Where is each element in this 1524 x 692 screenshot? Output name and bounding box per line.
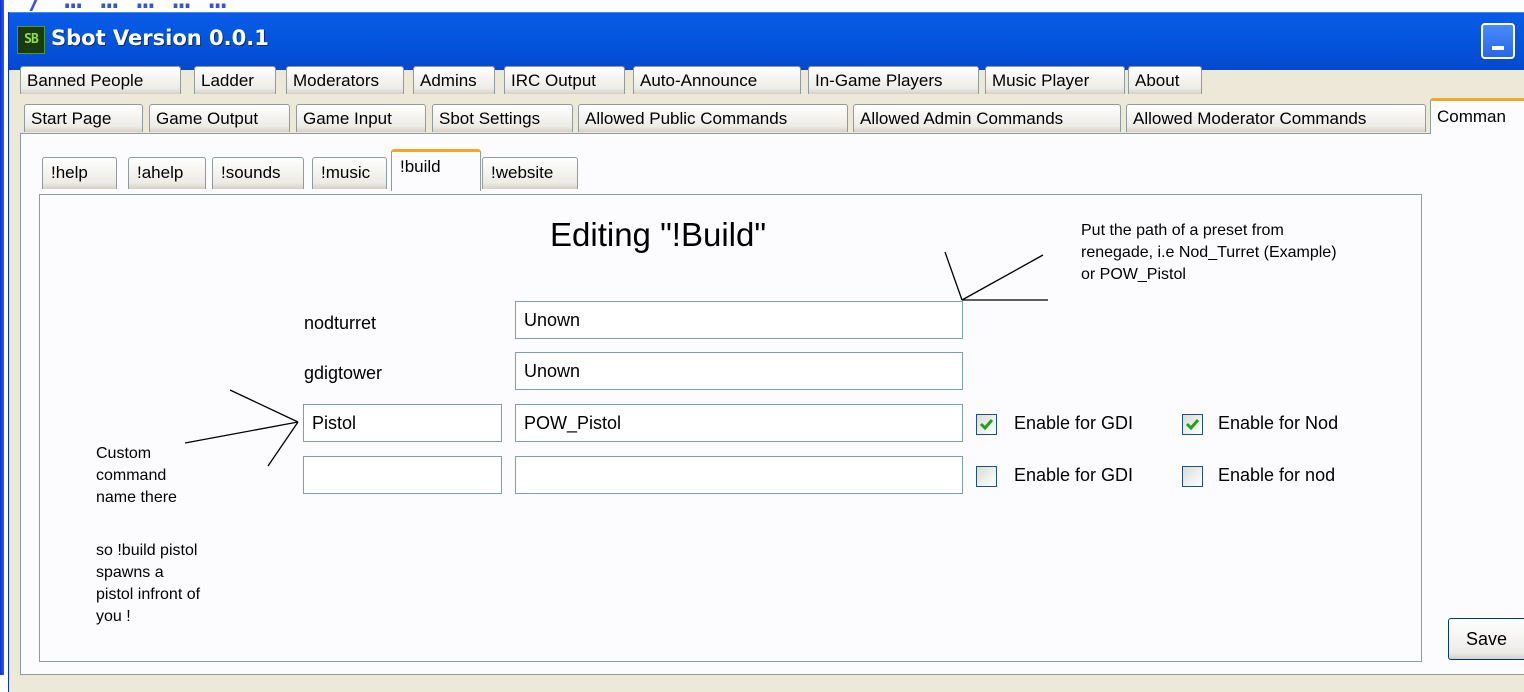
tab-music-player[interactable]: Music Player [985,66,1125,94]
annotation-line: Put the path of a preset from [1081,222,1284,239]
tab-banned-people[interactable]: Banned People [20,66,181,94]
save-button[interactable]: Save [1448,618,1524,660]
tab-irc-output[interactable]: IRC Output [504,66,625,94]
tab-allowed-public-commands[interactable]: Allowed Public Commands [578,104,848,132]
tab-moderators[interactable]: Moderators [286,66,404,94]
window-title: Sbot Version 0.0.1 [51,26,269,50]
enable-gdi-label: Enable for GDI [1014,465,1134,485]
subtab-website[interactable]: !website [482,157,578,189]
command-name-label: gdigtower [304,363,383,383]
annotation-line: you ! [96,608,131,625]
tab-sbot-settings[interactable]: Sbot Settings [432,104,573,132]
tab-game-input[interactable]: Game Input [296,104,426,132]
custom-command-name-input[interactable]: Pistol [303,404,502,442]
enable-gdi-checkbox[interactable] [976,466,997,487]
annotation-line: spawns a [96,564,164,581]
command-name-label: nodturret [304,313,377,333]
custom-name-annotation: Custom command name there [96,443,177,509]
annotation-line: Custom [96,445,152,462]
minimize-button[interactable] [1481,23,1515,59]
annotation-line: command [96,467,167,484]
tab-about[interactable]: About [1128,66,1202,94]
enable-gdi-checkbox[interactable] [976,414,997,435]
preset-path-input[interactable]: Unown [515,352,963,390]
tab-commands[interactable]: Comman [1430,98,1524,134]
window-left-edge [0,0,4,675]
tab-allowed-admin-commands[interactable]: Allowed Admin Commands [853,104,1121,132]
subtab-music[interactable]: !music [312,157,387,189]
enable-gdi-label: Enable for GDI [1014,413,1134,433]
preset-path-input[interactable]: Unown [515,301,963,339]
preset-path-input[interactable] [515,456,963,494]
subtab-ahelp[interactable]: !ahelp [128,157,206,189]
tab-admins[interactable]: Admins [413,66,495,94]
checkmark-icon [979,419,994,431]
tab-start-page[interactable]: Start Page [24,104,143,132]
example-annotation: so !build pistol spawns a pistol infront… [96,540,200,628]
annotation-line: pistol infront of [96,586,201,603]
enable-nod-checkbox[interactable] [1182,466,1203,487]
preset-path-input[interactable]: POW_Pistol [515,404,963,442]
annotation-line: so !build pistol [96,542,198,559]
enable-nod-label: Enable for Nod [1218,413,1339,433]
annotation-line: renegade, i.e Nod_Turret (Example) [1081,244,1337,261]
custom-command-name-input[interactable] [303,456,502,494]
preset-path-annotation: Put the path of a preset from renegade, … [1081,220,1337,286]
tab-allowed-moderator-commands[interactable]: Allowed Moderator Commands [1126,104,1426,132]
title-bar[interactable]: SB Sbot Version 0.0.1 [9,12,1524,70]
app-logo-icon: SB [17,26,45,54]
tab-game-output[interactable]: Game Output [149,104,290,132]
enable-nod-checkbox[interactable] [1182,414,1203,435]
tab-in-game-players[interactable]: In-Game Players [808,66,979,94]
minimize-icon [1492,46,1504,50]
enable-nod-label: Enable for nod [1218,465,1336,485]
tab-ladder[interactable]: Ladder [194,66,276,94]
editor-heading: Editing "!Build" [550,216,767,253]
subtab-build[interactable]: !build [391,149,481,191]
checkmark-icon [1185,419,1200,431]
tab-auto-announce[interactable]: Auto-Announce [633,66,801,94]
annotation-line: or POW_Pistol [1081,266,1186,283]
subtab-sounds[interactable]: !sounds [212,157,304,189]
subtab-help[interactable]: !help [42,157,117,189]
annotation-line: name there [96,489,177,506]
